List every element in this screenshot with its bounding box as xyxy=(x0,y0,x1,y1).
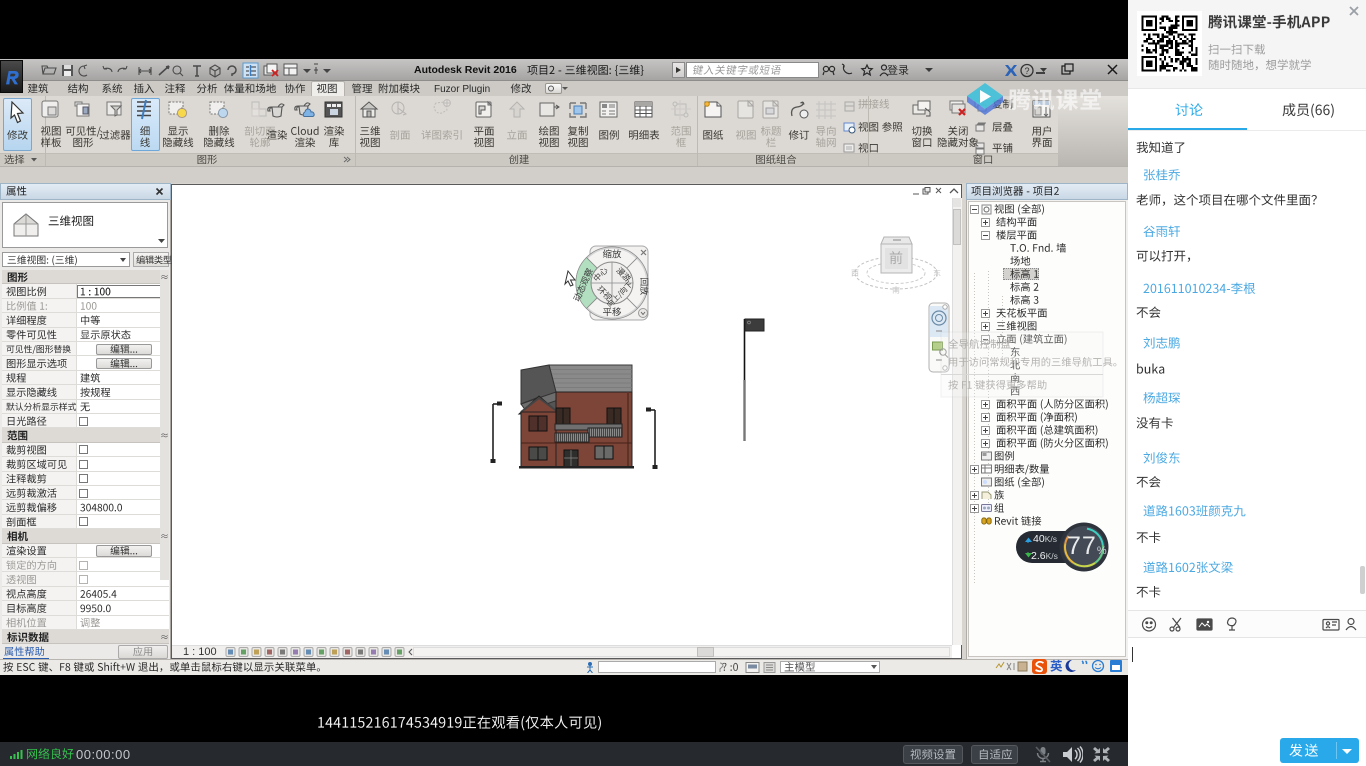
svg-text:?: ? xyxy=(1024,66,1029,76)
